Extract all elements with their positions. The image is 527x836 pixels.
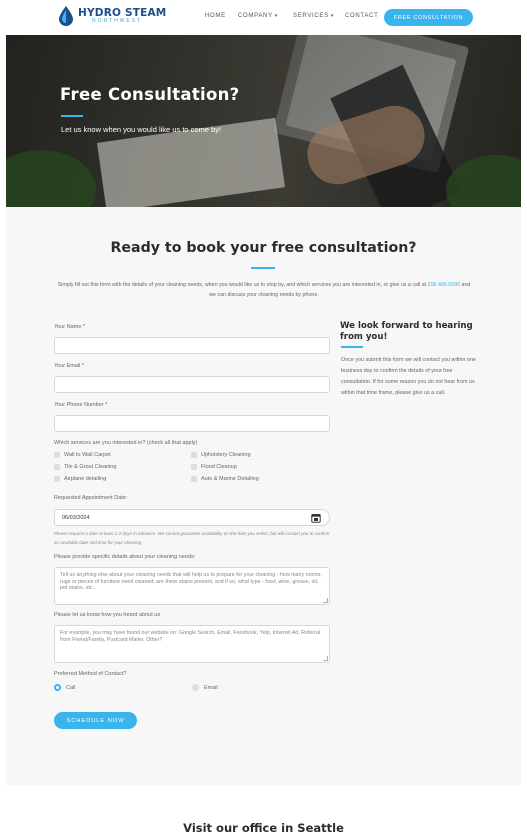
consultation-section: Ready to book your free consultation? Si… [6, 207, 521, 785]
email-label: Your Email * [54, 363, 85, 369]
heard-about-us-textarea[interactable]: For example, you may have found our webs… [54, 625, 330, 663]
checkbox-box [54, 464, 60, 470]
menu-item-home[interactable]: HOME [205, 13, 226, 19]
date-note: Please request a date at least 1-2 days … [54, 531, 330, 545]
checkbox-box [191, 452, 197, 458]
menu-item-company-label: COMPANY [238, 13, 273, 19]
service-checkbox[interactable]: Tile & Grout Cleaning [54, 464, 116, 470]
heard-placeholder: For example, you may have found our webs… [60, 630, 320, 643]
hero-overlay [6, 35, 521, 207]
radio-unselected [192, 684, 199, 691]
service-checkbox[interactable]: Auto & Marine Detailing [191, 476, 259, 482]
service-label: Flood Cleanup [201, 464, 237, 470]
section-title: Ready to book your free consultation? [110, 240, 417, 256]
hero-banner: Free Consultation? Let us know when you … [6, 35, 521, 207]
chevron-down-icon: ▾ [330, 13, 335, 19]
phone-field[interactable] [54, 415, 330, 432]
hero-divider [61, 115, 83, 117]
checkbox-box [191, 464, 197, 470]
contact-radio-call[interactable]: Call [54, 684, 75, 691]
contact-radio-email[interactable]: Email [192, 684, 218, 691]
service-checkbox[interactable]: Wall to Wall Carpet [54, 452, 111, 458]
aside-divider [341, 346, 363, 348]
name-label: Your Name * [54, 324, 85, 330]
service-label: Upholstery Cleaning [201, 452, 251, 458]
section-intro: Simply fill out this form with the detai… [54, 280, 474, 300]
top-navigation: HYDRO STEAM NORTHWEST HOME COMPANY ▾ SERV… [0, 0, 527, 35]
brand-name: HYDRO STEAM [78, 6, 167, 19]
details-placeholder: Tell us anything else about your cleanin… [60, 572, 322, 592]
service-checkbox[interactable]: Flood Cleanup [191, 464, 237, 470]
radio-selected [54, 684, 61, 691]
date-label: Requested Appointment Date: [54, 495, 128, 501]
name-field[interactable] [54, 337, 330, 354]
water-drop-icon [59, 6, 73, 26]
menu-item-services[interactable]: SERVICES ▾ [293, 13, 334, 19]
date-value: 06/03/2024 [62, 514, 90, 521]
email-field[interactable] [54, 376, 330, 393]
service-label: Auto & Marine Detailing [201, 476, 259, 482]
menu-item-company[interactable]: COMPANY ▾ [238, 13, 278, 19]
chevron-down-icon: ▾ [274, 13, 279, 19]
schedule-now-button[interactable]: SCHEDULE NOW [54, 712, 137, 729]
service-checkbox[interactable]: Airplane detailing [54, 476, 106, 482]
site-logo[interactable]: HYDRO STEAM NORTHWEST [59, 6, 166, 26]
aside-text: Once you submit this form we will contac… [341, 357, 476, 396]
service-checkbox[interactable]: Upholstery Cleaning [191, 452, 251, 458]
contact-method-label: Preferred Method of Contact? [54, 671, 127, 677]
appointment-date-input[interactable]: 06/03/2024 [54, 509, 330, 526]
radio-label: Email [204, 684, 218, 691]
brand-tagline: NORTHWEST [92, 18, 143, 25]
section-divider [251, 267, 275, 269]
hero-title: Free Consultation? [60, 85, 240, 104]
checkbox-box [191, 476, 197, 482]
resize-handle[interactable] [323, 656, 328, 661]
service-label: Tile & Grout Cleaning [64, 464, 117, 470]
menu-item-contact[interactable]: CONTACT [345, 13, 378, 19]
details-label: Please provide specific details about yo… [54, 554, 196, 560]
aside-title: We look forward to hearing from you! [340, 321, 473, 342]
free-consultation-button[interactable]: FREE CONSULTATION [384, 9, 473, 26]
services-label: Which services are you interested in? (c… [54, 440, 198, 446]
heard-label: Please let us know how you heard about u… [54, 612, 161, 618]
hero-subtitle: Let us know when you would like us to co… [61, 125, 222, 134]
service-label: Airplane detailing [64, 476, 107, 482]
resize-handle[interactable] [323, 598, 328, 603]
phone-link[interactable]: 206.406.6590 [428, 282, 460, 288]
calendar-icon[interactable] [311, 513, 321, 523]
details-textarea[interactable]: Tell us anything else about your cleanin… [54, 567, 330, 605]
intro-text: Simply fill out this form with the detai… [57, 282, 428, 288]
office-section-title: Visit our office in Seattle [183, 821, 344, 835]
checkbox-box [54, 452, 60, 458]
menu-item-services-label: SERVICES [293, 13, 329, 19]
phone-label: Your Phone Number * [54, 402, 108, 408]
radio-label: Call [66, 684, 76, 691]
service-label: Wall to Wall Carpet [64, 452, 111, 458]
checkbox-box [54, 476, 60, 482]
